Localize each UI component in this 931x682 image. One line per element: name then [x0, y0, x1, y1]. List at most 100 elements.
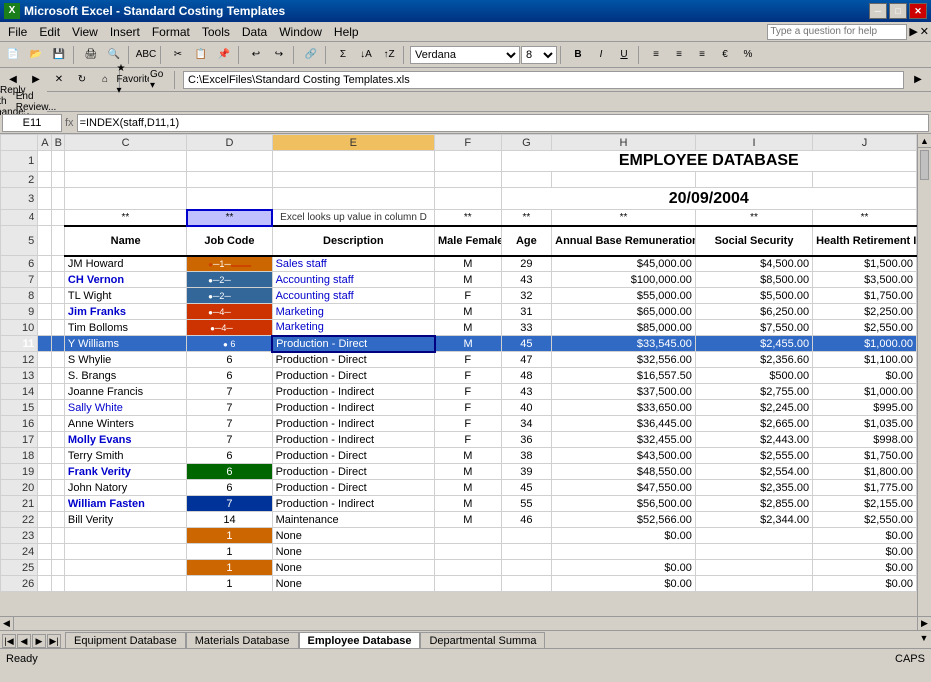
cell-B10[interactable] — [51, 320, 64, 336]
stop-button[interactable]: ✕ — [48, 69, 70, 91]
cell-mf-9[interactable]: M — [435, 304, 502, 320]
cell-B20[interactable] — [51, 480, 64, 496]
cell-desc-26[interactable]: None — [272, 576, 434, 592]
header-age[interactable]: Age — [501, 226, 552, 256]
cell-jc-7[interactable]: ●─2─ — [187, 272, 272, 288]
cell-health-17[interactable]: $998.00 — [813, 432, 917, 448]
cell-social-18[interactable]: $2,555.00 — [695, 448, 812, 464]
cell-name-17[interactable]: Molly Evans — [64, 432, 186, 448]
cell-D4[interactable]: ** — [187, 210, 272, 226]
cell-mf-18[interactable]: M — [435, 448, 502, 464]
cell-age-7[interactable]: 43 — [501, 272, 552, 288]
cell-B4[interactable] — [51, 210, 64, 226]
menu-data[interactable]: Data — [236, 24, 273, 40]
currency-button[interactable]: € — [714, 44, 736, 66]
menu-insert[interactable]: Insert — [104, 24, 146, 40]
cell-mf-17[interactable]: F — [435, 432, 502, 448]
header-annual[interactable]: Annual Base Remuneration — [552, 226, 696, 256]
cell-A7[interactable] — [38, 272, 51, 288]
cell-A24[interactable] — [38, 544, 51, 560]
cell-mf-21[interactable]: M — [435, 496, 502, 512]
menu-view[interactable]: View — [66, 24, 104, 40]
cell-D1[interactable] — [187, 151, 272, 172]
cell-mf-10[interactable]: M — [435, 320, 502, 336]
cell-B17[interactable] — [51, 432, 64, 448]
cell-B3[interactable] — [51, 188, 64, 210]
cell-jc-10[interactable]: ●─4─ — [187, 320, 272, 336]
window-controls[interactable]: ─ □ ✕ — [869, 3, 927, 19]
cell-social-12[interactable]: $2,356.60 — [695, 352, 812, 368]
cell-B11[interactable] — [51, 336, 64, 352]
cell-name-8[interactable]: TL Wight — [64, 288, 186, 304]
go-button[interactable]: Go ▾ — [149, 69, 171, 91]
favorites-button[interactable]: ★ Favorites ▾ — [126, 69, 148, 91]
cell-age-21[interactable]: 55 — [501, 496, 552, 512]
cell-annual-24[interactable] — [552, 544, 696, 560]
redo-button[interactable]: ↪ — [268, 44, 290, 66]
cell-B6[interactable] — [51, 256, 64, 272]
cell-social-13[interactable]: $500.00 — [695, 368, 812, 384]
cell-name-25[interactable] — [64, 560, 186, 576]
cell-jc-19[interactable]: 6 — [187, 464, 272, 480]
cell-health-10[interactable]: $2,550.00 — [813, 320, 917, 336]
cell-A1[interactable] — [38, 151, 51, 172]
cell-name-14[interactable]: Joanne Francis — [64, 384, 186, 400]
cell-B18[interactable] — [51, 448, 64, 464]
cell-A11[interactable] — [38, 336, 51, 352]
cell-B21[interactable] — [51, 496, 64, 512]
cell-A22[interactable] — [38, 512, 51, 528]
cell-name-19[interactable]: Frank Verity — [64, 464, 186, 480]
cell-A19[interactable] — [38, 464, 51, 480]
cell-G4[interactable]: ** — [501, 210, 552, 226]
cell-H4[interactable]: ** — [552, 210, 696, 226]
cell-age-22[interactable]: 46 — [501, 512, 552, 528]
cell-health-8[interactable]: $1,750.00 — [813, 288, 917, 304]
ask-go-button[interactable]: ▶ — [909, 25, 917, 38]
cell-annual-23[interactable]: $0.00 — [552, 528, 696, 544]
cell-age-26[interactable] — [501, 576, 552, 592]
cell-J4[interactable]: ** — [813, 210, 917, 226]
cell-health-24[interactable]: $0.00 — [813, 544, 917, 560]
align-left-button[interactable]: ≡ — [645, 44, 667, 66]
col-header-B[interactable]: B — [51, 135, 64, 151]
cell-social-9[interactable]: $6,250.00 — [695, 304, 812, 320]
cell-J2[interactable] — [813, 172, 917, 188]
cell-jc-9[interactable]: ●─4─ — [187, 304, 272, 320]
cell-name-12[interactable]: S Whylie — [64, 352, 186, 368]
tab-first-button[interactable]: |◀ — [2, 634, 16, 648]
menu-help[interactable]: Help — [328, 24, 365, 40]
cell-social-8[interactable]: $5,500.00 — [695, 288, 812, 304]
cell-name-13[interactable]: S. Brangs — [64, 368, 186, 384]
cell-health-22[interactable]: $2,550.00 — [813, 512, 917, 528]
col-header-E[interactable]: E — [272, 135, 434, 151]
cell-desc-19[interactable]: Production - Direct — [272, 464, 434, 480]
cell-age-23[interactable] — [501, 528, 552, 544]
cell-social-20[interactable]: $2,355.00 — [695, 480, 812, 496]
header-jobcode[interactable]: Job Code — [187, 226, 272, 256]
cell-mf-26[interactable] — [435, 576, 502, 592]
cut-button[interactable]: ✂ — [167, 44, 189, 66]
cell-A5[interactable] — [38, 226, 51, 256]
cell-jc-22[interactable]: 14 — [187, 512, 272, 528]
cell-A18[interactable] — [38, 448, 51, 464]
cell-desc-12[interactable]: Production - Direct — [272, 352, 434, 368]
cell-name-22[interactable]: Bill Verity — [64, 512, 186, 528]
cell-G1[interactable]: EMPLOYEE DATABASE — [501, 151, 916, 172]
cell-desc-23[interactable]: None — [272, 528, 434, 544]
cell-social-24[interactable] — [695, 544, 812, 560]
cell-social-25[interactable] — [695, 560, 812, 576]
cell-annual-17[interactable]: $32,455.00 — [552, 432, 696, 448]
cell-name-20[interactable]: John Natory — [64, 480, 186, 496]
cell-B24[interactable] — [51, 544, 64, 560]
cell-jc-23[interactable]: 1 — [187, 528, 272, 544]
cell-B5[interactable] — [51, 226, 64, 256]
cell-name-18[interactable]: Terry Smith — [64, 448, 186, 464]
save-button[interactable]: 💾 — [48, 44, 70, 66]
cell-A12[interactable] — [38, 352, 51, 368]
cell-age-13[interactable]: 48 — [501, 368, 552, 384]
cell-age-16[interactable]: 34 — [501, 416, 552, 432]
cell-jc-14[interactable]: 7 — [187, 384, 272, 400]
cell-desc-24[interactable]: None — [272, 544, 434, 560]
header-name[interactable]: Name — [64, 226, 186, 256]
cell-social-10[interactable]: $7,550.00 — [695, 320, 812, 336]
